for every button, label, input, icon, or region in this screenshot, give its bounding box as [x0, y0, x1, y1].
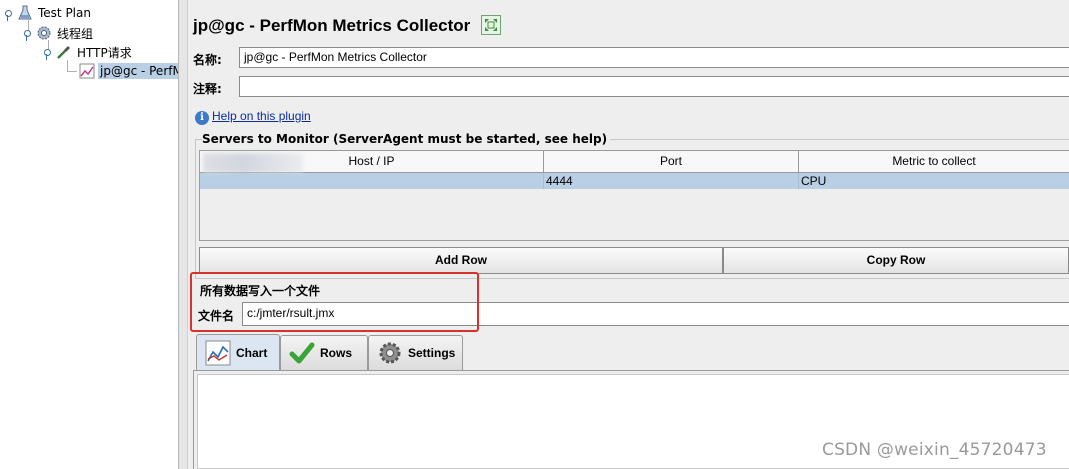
tab-chart[interactable]: Chart — [196, 334, 280, 371]
expand-icon — [485, 19, 497, 31]
info-icon: i — [195, 111, 209, 125]
name-field[interactable]: jp@gc - PerfMon Metrics Collector — [239, 47, 1069, 68]
tree-item-label: Test Plan — [38, 6, 91, 20]
chart-icon — [79, 63, 95, 79]
chart-icon — [205, 340, 231, 366]
highlight-box — [190, 272, 479, 332]
checkmark-icon — [289, 340, 315, 366]
watermark: CSDN @weixin_45720473 — [822, 440, 1047, 460]
metric-cell[interactable]: CPU — [799, 173, 1069, 189]
add-row-button[interactable]: Add Row — [199, 247, 723, 274]
tree-item-thread-group[interactable]: 线程组 — [21, 24, 95, 42]
servers-table: Host / IP Port Metric to collect 4444 CP… — [199, 150, 1069, 241]
tree-guide — [67, 71, 77, 72]
tree-item-label: jp@gc - PerfMon Metrics Collector — [98, 63, 178, 79]
tree-item-http-request[interactable]: HTTP请求 — [41, 43, 134, 61]
gear-icon — [377, 340, 403, 366]
test-plan-tree: Test Plan 线程组 HTTP请求 jp@gc - PerfMon Met… — [0, 0, 178, 469]
tab-label: Settings — [408, 346, 456, 360]
comment-label: 注释: — [193, 82, 222, 96]
table-row[interactable]: 4444 CPU — [200, 173, 1069, 189]
tree-toggle-icon[interactable] — [2, 7, 14, 21]
tree-item-test-plan[interactable]: Test Plan — [2, 4, 93, 22]
main-panel: jp@gc - PerfMon Metrics Collector 名称: jp… — [188, 0, 1069, 469]
tab-settings[interactable]: Settings — [368, 335, 463, 370]
tree-toggle-icon[interactable] — [41, 46, 53, 60]
servers-legend: Servers to Monitor (ServerAgent must be … — [202, 132, 611, 146]
tab-label: Rows — [320, 346, 353, 360]
tree-item-label: 线程组 — [57, 26, 94, 41]
column-header-port[interactable]: Port — [544, 151, 799, 173]
pipette-icon — [56, 44, 72, 60]
splitter[interactable] — [178, 0, 188, 469]
host-cell[interactable] — [200, 173, 544, 189]
expand-collapse-button[interactable] — [481, 15, 501, 35]
tree-item-label: HTTP请求 — [77, 45, 132, 60]
redacted-host — [203, 153, 303, 173]
tree-item-perfmon-collector[interactable]: jp@gc - PerfMon Metrics Collector — [79, 62, 178, 80]
port-cell[interactable]: 4444 — [544, 173, 799, 189]
gear-icon — [36, 25, 52, 41]
tab-rows[interactable]: Rows — [280, 335, 368, 370]
tree-toggle-icon[interactable] — [21, 27, 33, 41]
comment-field[interactable] — [239, 76, 1069, 97]
name-label: 名称: — [193, 53, 222, 67]
column-header-metric[interactable]: Metric to collect — [799, 151, 1069, 173]
page-title: jp@gc - PerfMon Metrics Collector — [193, 16, 471, 35]
tab-label: Chart — [236, 346, 268, 360]
flask-icon — [17, 5, 33, 21]
copy-row-button[interactable]: Copy Row — [723, 247, 1069, 274]
help-link[interactable]: Help on this plugin — [212, 109, 311, 123]
